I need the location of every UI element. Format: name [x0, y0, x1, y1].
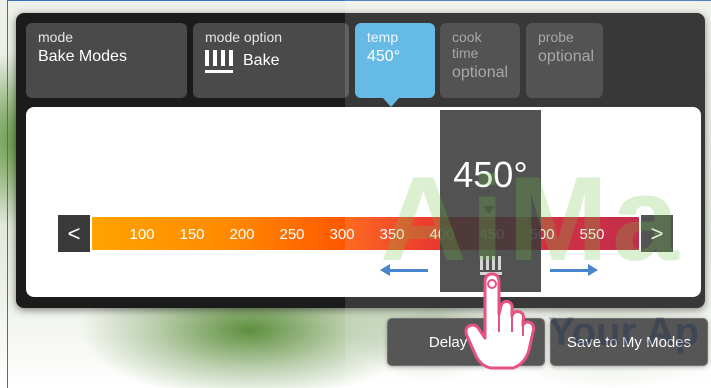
- swipe-right-arrow-icon: [550, 263, 598, 277]
- slider-tick: 300: [329, 226, 355, 243]
- chevron-right-icon[interactable]: >: [641, 215, 673, 252]
- tab-probe[interactable]: probe optional: [526, 23, 603, 98]
- swipe-left-arrow-icon: [380, 263, 428, 277]
- tab-label: temp: [367, 29, 399, 45]
- slider-tick: 350: [379, 226, 405, 243]
- slider-tick: 550: [579, 226, 605, 243]
- pointing-hand-icon: [464, 272, 536, 370]
- chevron-left-icon[interactable]: <: [58, 215, 90, 252]
- selected-temp-value: 450°: [453, 154, 528, 195]
- slider-tick: 200: [229, 226, 255, 243]
- frame-border-top: [7, 0, 711, 1]
- tab-label: mode option: [205, 29, 283, 45]
- save-to-my-modes-button[interactable]: Save to My Modes: [550, 318, 708, 366]
- tab-value: Bake: [243, 52, 280, 69]
- active-tab-pointer: [383, 98, 399, 107]
- tab-label: probe: [538, 29, 574, 45]
- temperature-slider[interactable]: 100 150 200 250 300 350 400 450 500 550: [90, 215, 641, 252]
- slider-tick: 250: [279, 226, 305, 243]
- tab-mode-option[interactable]: mode option Bake: [193, 23, 349, 98]
- temperature-picker-area: [26, 107, 701, 297]
- tab-label: mode: [38, 29, 74, 45]
- tab-value: optional: [452, 64, 509, 81]
- selected-temp-bubble[interactable]: 450°: [440, 110, 541, 292]
- tab-mode[interactable]: mode Bake Modes: [26, 23, 187, 98]
- tab-value: optional: [538, 48, 595, 65]
- tab-label: cook time: [452, 29, 482, 61]
- bake-heating-icon: [205, 48, 233, 74]
- tab-value: 450°: [367, 48, 401, 65]
- slider-tick: 100: [129, 226, 155, 243]
- tab-temp[interactable]: temp 450°: [355, 23, 435, 98]
- tab-value: Bake Modes: [38, 48, 127, 65]
- frame-border-left: [7, 0, 8, 388]
- tab-cook-time[interactable]: cook time optional: [440, 23, 520, 98]
- slider-tick: 150: [179, 226, 205, 243]
